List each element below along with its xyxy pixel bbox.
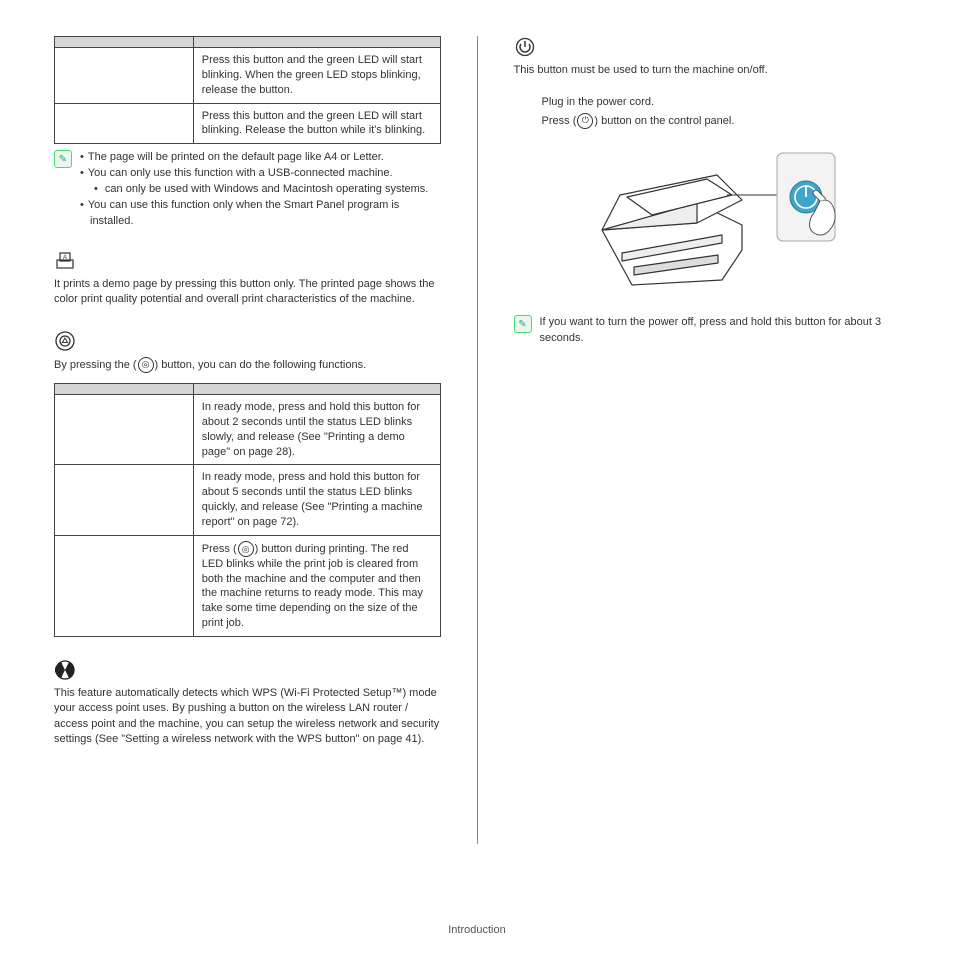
note-item: You can only use this function with a US… <box>80 166 441 182</box>
table2-header-2 <box>193 383 440 394</box>
table2-header-1 <box>55 383 194 394</box>
table2-r1c2: In ready mode, press and hold this butto… <box>193 394 440 464</box>
printer-diagram <box>572 135 842 305</box>
cancel-inline-icon: ◎ <box>238 541 254 557</box>
wps-icon <box>54 659 441 684</box>
table-row: Press this button and the green LED will… <box>55 103 441 144</box>
screen-print-table: Press this button and the green LED will… <box>54 36 441 144</box>
table1-r2c1 <box>55 103 194 144</box>
step2-before: Press <box>542 115 573 127</box>
table2-r2c2: In ready mode, press and hold this butto… <box>193 465 440 535</box>
cancel-inline-icon: ◎ <box>138 357 154 373</box>
table1-header-1 <box>55 37 194 48</box>
step-1: Plug in the power cord. <box>514 94 901 111</box>
power-intro: This button must be used to turn the mac… <box>514 63 901 78</box>
table1-r1c2: Press this button and the green LED will… <box>193 48 440 104</box>
step-2: Press (⏻) button on the control panel. <box>514 113 901 130</box>
row3-prefix: Press <box>202 543 233 555</box>
step2-after: button on the control panel. <box>601 115 734 127</box>
table-row: Press (◎) button during printing. The re… <box>55 535 441 636</box>
cancel-functions-table: In ready mode, press and hold this butto… <box>54 383 441 637</box>
cancel-line-after: button, you can do the following functio… <box>161 359 366 371</box>
table2-r2c1 <box>55 465 194 535</box>
demo-paragraph: It prints a demo page by pressing this b… <box>54 277 441 308</box>
note-indent-suffix: can only be used with Windows and Macint… <box>102 183 429 195</box>
power-icon <box>514 36 901 61</box>
table1-r1c1 <box>55 48 194 104</box>
note-icon <box>514 315 532 333</box>
table2-r3c1 <box>55 535 194 636</box>
cancel-intro-line: By pressing the (◎) button, you can do t… <box>54 357 441 373</box>
page-footer: Introduction <box>0 924 954 936</box>
table-row: In ready mode, press and hold this butto… <box>55 465 441 535</box>
cancel-line-before: By pressing the <box>54 359 133 371</box>
right-column: This button must be used to turn the mac… <box>514 36 901 844</box>
power-inline-icon: ⏻ <box>577 113 593 129</box>
table-row: In ready mode, press and hold this butto… <box>55 394 441 464</box>
row3-suffix: button during printing. The red LED blin… <box>202 543 423 629</box>
note-item: can only be used with Windows and Macint… <box>80 182 441 198</box>
table2-r3c2: Press (◎) button during printing. The re… <box>193 535 440 636</box>
table1-r2c2: Press this button and the green LED will… <box>193 103 440 144</box>
svg-text:A: A <box>63 255 67 261</box>
note-block-1: The page will be printed on the default … <box>54 150 441 230</box>
note-item: The page will be printed on the default … <box>80 150 441 166</box>
demo-page-icon: A <box>54 252 441 275</box>
power-note-text: If you want to turn the power off, press… <box>540 315 901 346</box>
table-row: Press this button and the green LED will… <box>55 48 441 104</box>
note-list-1: The page will be printed on the default … <box>80 150 441 230</box>
note-item: You can use this function only when the … <box>80 198 441 230</box>
left-column: Press this button and the green LED will… <box>54 36 441 844</box>
power-note-block: If you want to turn the power off, press… <box>514 315 901 346</box>
note-icon <box>54 150 72 168</box>
column-divider <box>477 36 478 844</box>
cancel-icon <box>54 330 441 355</box>
table2-r1c1 <box>55 394 194 464</box>
wps-paragraph: This feature automatically detects which… <box>54 686 441 748</box>
table1-header-2 <box>193 37 440 48</box>
page-columns: Press this button and the green LED will… <box>0 0 954 874</box>
